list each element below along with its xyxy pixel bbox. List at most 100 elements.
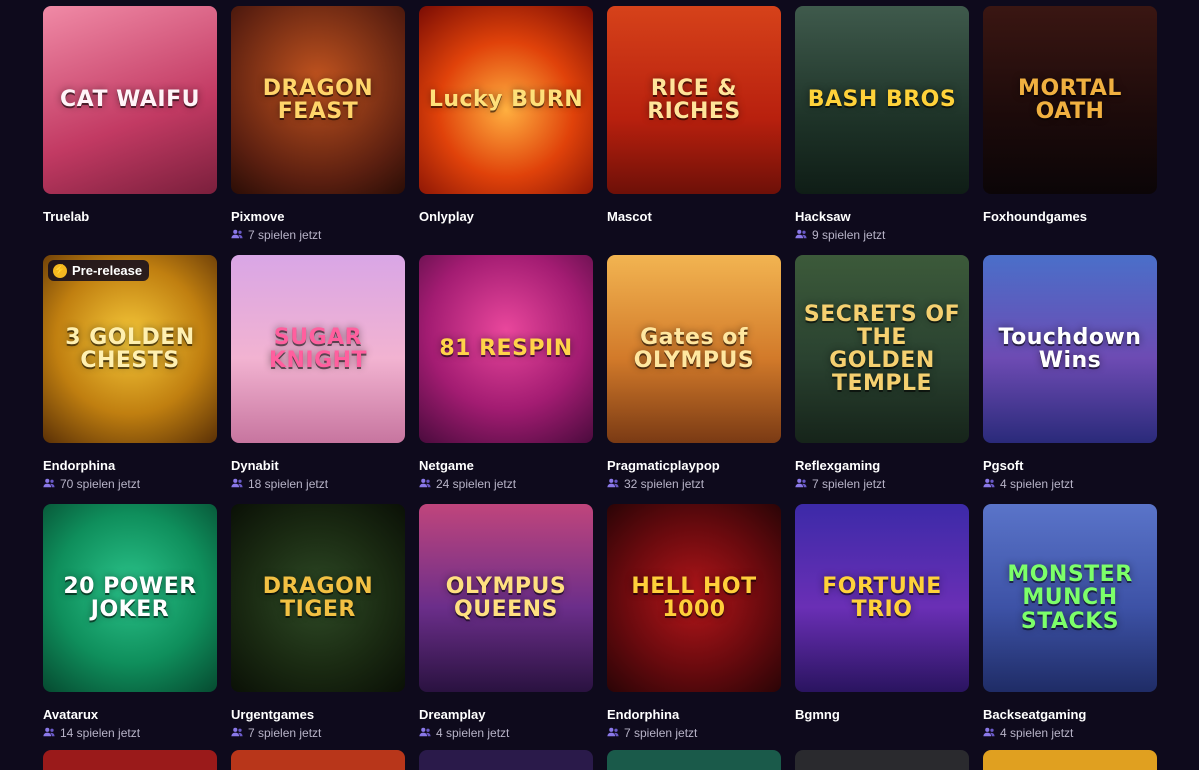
game-title-art: SUGAR KNIGHT <box>268 324 368 373</box>
game-thumbnail-partial[interactable] <box>983 750 1157 770</box>
game-thumbnail[interactable]: FORTUNE TRIO <box>795 504 969 692</box>
players-text: 4 spielen jetzt <box>436 726 510 740</box>
players-count: 18 spielen jetzt <box>231 477 405 491</box>
game-card[interactable]: OLYMPUS QUEENS Dreamplay 4 spielen jetzt <box>419 504 593 740</box>
game-card[interactable]: Gates of OLYMPUS Pragmaticplaypop 32 spiel… <box>607 255 781 491</box>
game-card[interactable]: SECRETS OF THE GOLDEN TEMPLE Reflexgaming… <box>795 255 969 491</box>
players-count: 7 spielen jetzt <box>795 477 969 491</box>
game-thumbnail[interactable]: HELL HOT 1000 <box>607 504 781 692</box>
players-count: 4 spielen jetzt <box>983 477 1157 491</box>
provider-name[interactable]: Urgentgames <box>231 707 405 723</box>
game-card[interactable]: DRAGON TIGER Urgentgames 7 spielen jetzt <box>231 504 405 740</box>
game-thumbnail-partial[interactable] <box>419 750 593 770</box>
game-thumbnail-partial[interactable] <box>43 750 217 770</box>
users-icon <box>607 477 619 491</box>
provider-name[interactable]: Foxhoundgames <box>983 209 1157 225</box>
players-text: 32 spielen jetzt <box>624 477 705 491</box>
game-title-art: FORTUNE TRIO <box>822 573 942 622</box>
game-card[interactable]: MONSTER MUNCH STACKS Backseatgaming 4 spie… <box>983 504 1157 740</box>
game-thumbnail[interactable]: RICE & RICHES <box>607 6 781 194</box>
users-icon <box>231 477 243 491</box>
game-thumbnail[interactable]: SUGAR KNIGHT <box>231 255 405 443</box>
provider-name[interactable]: Reflexgaming <box>795 458 969 474</box>
game-title-art: Lucky BURN <box>428 87 584 113</box>
players-text: 4 spielen jetzt <box>1000 477 1074 491</box>
game-title-art: 81 RESPIN <box>439 336 573 362</box>
players-count: 7 spielen jetzt <box>231 726 405 740</box>
provider-name[interactable]: Netgame <box>419 458 593 474</box>
provider-name[interactable]: Endorphina <box>43 458 217 474</box>
game-thumbnail-partial[interactable] <box>795 750 969 770</box>
game-card[interactable]: FORTUNE TRIO Bgmng <box>795 504 969 739</box>
game-thumbnail[interactable]: DRAGON TIGER <box>231 504 405 692</box>
game-title-art: OLYMPUS QUEENS <box>445 573 567 622</box>
players-count: 7 spielen jetzt <box>607 726 781 740</box>
players-text: 7 spielen jetzt <box>624 726 698 740</box>
users-icon <box>419 726 431 740</box>
game-card[interactable]: 81 RESPIN Netgame 24 spielen jetzt <box>419 255 593 491</box>
game-thumbnail[interactable]: Lucky BURN <box>419 6 593 194</box>
provider-name[interactable]: Pgsoft <box>983 458 1157 474</box>
game-thumbnail[interactable]: 20 POWER JOKER <box>43 504 217 692</box>
game-thumbnail-partial[interactable] <box>607 750 781 770</box>
game-thumbnail[interactable]: 81 RESPIN <box>419 255 593 443</box>
game-thumbnail[interactable]: MONSTER MUNCH STACKS <box>983 504 1157 692</box>
players-text: 7 spielen jetzt <box>248 726 322 740</box>
provider-name[interactable]: Dynabit <box>231 458 405 474</box>
players-count: 70 spielen jetzt <box>43 477 217 491</box>
game-thumbnail[interactable]: Touchdown Wins <box>983 255 1157 443</box>
pre-release-badge: ⚡ Pre-release <box>48 260 150 281</box>
game-card[interactable]: 3 GOLDEN CHESTS ⚡ Pre-release Endorphina 70 … <box>43 255 217 491</box>
game-thumbnail[interactable]: DRAGON FEAST <box>231 6 405 194</box>
game-thumbnail[interactable]: SECRETS OF THE GOLDEN TEMPLE <box>795 255 969 443</box>
game-title-art: MORTAL OATH <box>1018 75 1122 124</box>
game-card[interactable]: MORTAL OATH Foxhoundgames <box>983 6 1157 241</box>
users-icon <box>795 477 807 491</box>
players-text: 7 spielen jetzt <box>812 477 886 491</box>
players-count: 14 spielen jetzt <box>43 726 217 740</box>
game-thumbnail[interactable]: MORTAL OATH <box>983 6 1157 194</box>
players-count: 4 spielen jetzt <box>983 726 1157 740</box>
provider-name[interactable]: Backseatgaming <box>983 707 1157 723</box>
provider-name[interactable]: Bgmng <box>795 707 969 723</box>
game-thumbnail[interactable]: OLYMPUS QUEENS <box>419 504 593 692</box>
game-card[interactable]: SUGAR KNIGHT Dynabit 18 spielen jetzt <box>231 255 405 491</box>
provider-name[interactable]: Dreamplay <box>419 707 593 723</box>
provider-name[interactable]: Endorphina <box>607 707 781 723</box>
players-count: 32 spielen jetzt <box>607 477 781 491</box>
game-title-art: CAT WAIFU <box>59 87 200 113</box>
provider-name[interactable]: Pixmove <box>231 209 405 225</box>
game-title-art: Gates of OLYMPUS <box>633 324 755 373</box>
game-card[interactable]: Touchdown Wins Pgsoft 4 spielen jetzt <box>983 255 1157 491</box>
provider-name[interactable]: Pragmaticplaypop <box>607 458 781 474</box>
users-icon <box>983 726 995 740</box>
provider-name[interactable]: Onlyplay <box>419 209 593 225</box>
provider-name[interactable]: Truelab <box>43 209 217 225</box>
game-card[interactable]: 20 POWER JOKER Avatarux 14 spielen jetzt <box>43 504 217 740</box>
game-card[interactable]: CAT WAIFU Truelab <box>43 6 217 241</box>
game-card[interactable]: Lucky BURN Onlyplay <box>419 6 593 241</box>
game-thumbnail-partial[interactable] <box>231 750 405 770</box>
game-thumbnail[interactable]: BASH BROS <box>795 6 969 194</box>
game-card[interactable]: BASH BROS Hacksaw 9 spielen jetzt <box>795 6 969 242</box>
game-title-art: MONSTER MUNCH STACKS <box>1007 562 1133 634</box>
game-thumbnail[interactable]: CAT WAIFU <box>43 6 217 194</box>
players-text: 70 spielen jetzt <box>60 477 141 491</box>
users-icon <box>43 477 55 491</box>
game-title-art: DRAGON TIGER <box>262 573 374 622</box>
game-title-art: RICE & RICHES <box>647 75 741 124</box>
provider-name[interactable]: Mascot <box>607 209 781 225</box>
users-icon <box>795 228 807 242</box>
users-icon <box>43 726 55 740</box>
game-thumbnail[interactable]: Gates of OLYMPUS <box>607 255 781 443</box>
game-thumbnail[interactable]: 3 GOLDEN CHESTS ⚡ Pre-release <box>43 255 217 443</box>
game-title-art: 3 GOLDEN CHESTS <box>65 324 195 373</box>
game-card[interactable]: DRAGON FEAST Pixmove 7 spielen jetzt <box>231 6 405 242</box>
provider-name[interactable]: Avatarux <box>43 707 217 723</box>
players-count: 9 spielen jetzt <box>795 228 969 242</box>
provider-name[interactable]: Hacksaw <box>795 209 969 225</box>
badge-label: Pre-release <box>72 263 143 278</box>
game-card[interactable]: HELL HOT 1000 Endorphina 7 spielen jetzt <box>607 504 781 740</box>
game-title-art: DRAGON FEAST <box>262 75 374 124</box>
game-card[interactable]: RICE & RICHES Mascot <box>607 6 781 241</box>
